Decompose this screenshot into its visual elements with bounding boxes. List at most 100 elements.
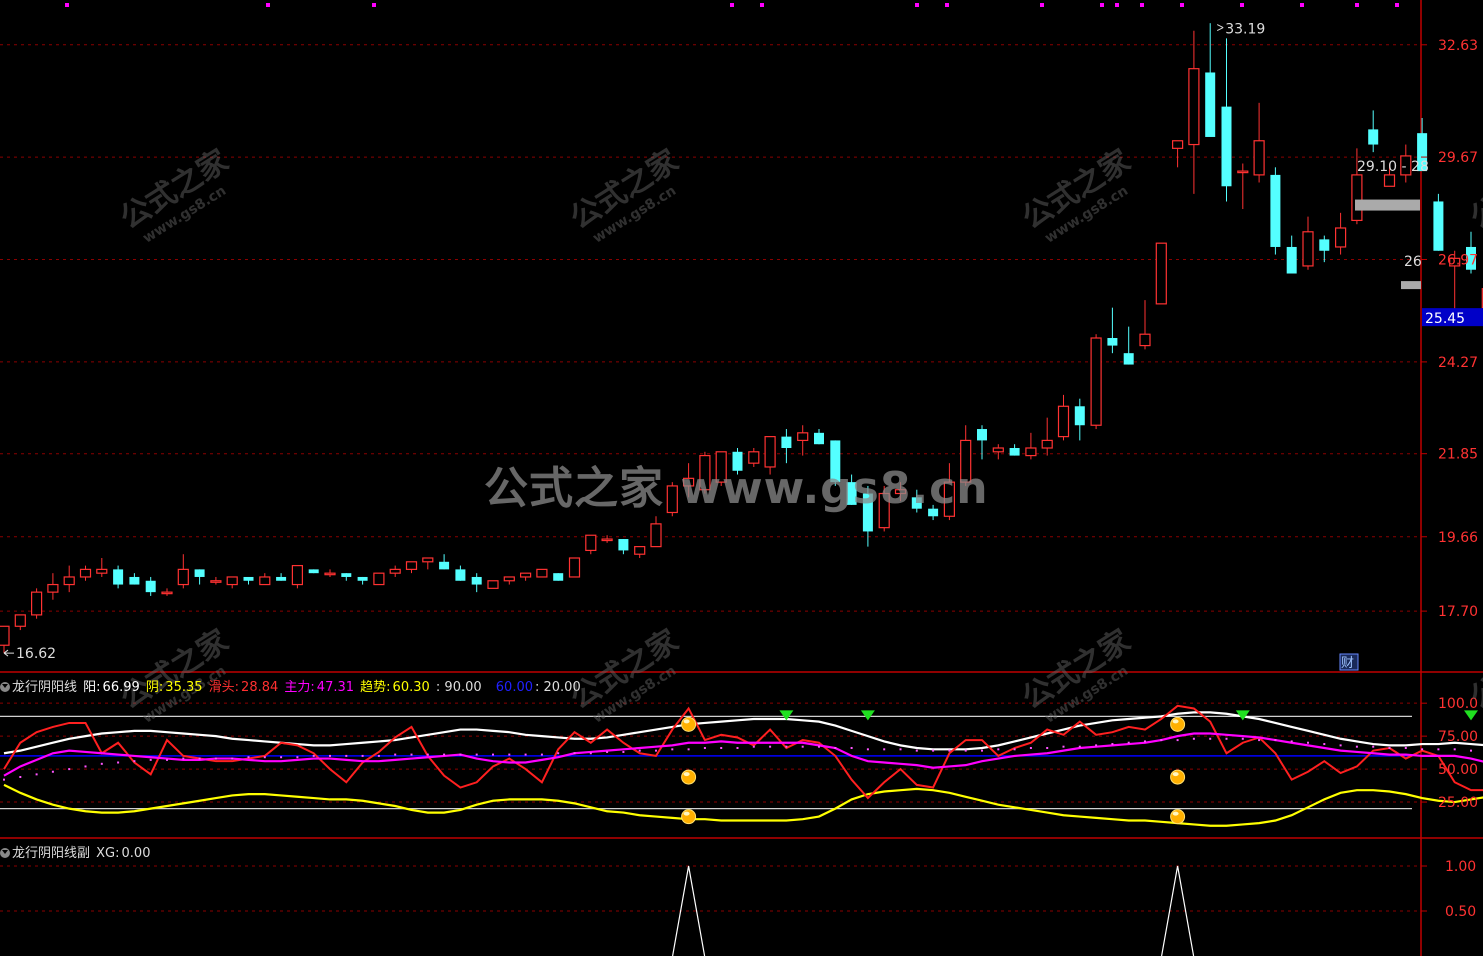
series-qushi-dot <box>524 753 527 756</box>
candle <box>145 576 156 596</box>
low-price-label: 16.62 <box>16 646 56 662</box>
candle-body <box>308 569 319 574</box>
candle-body <box>1057 405 1070 438</box>
candle <box>308 569 319 574</box>
arrow-icon <box>3 649 14 657</box>
candle <box>276 573 287 581</box>
candle-body <box>405 561 418 570</box>
candle <box>210 576 222 585</box>
candle-body <box>210 580 222 583</box>
last-price-label: 25.45 <box>1425 311 1465 327</box>
candle <box>422 557 434 570</box>
coin-shine <box>1172 719 1179 724</box>
series-qushi-dot <box>573 752 576 755</box>
candle-body <box>259 576 271 586</box>
candle-body <box>1270 174 1281 247</box>
candle <box>1368 110 1379 153</box>
series-qushi-dot <box>19 776 22 778</box>
candle-body <box>0 625 10 646</box>
candle-body <box>1221 106 1232 187</box>
ind2-tick-label: 0.50 <box>1445 904 1476 920</box>
series-qushi-dot <box>312 754 315 757</box>
series-qushi-dot <box>1192 737 1195 740</box>
ind1-tick-label: 25.00 <box>1438 795 1478 811</box>
candle <box>1041 417 1053 456</box>
collapse-icon[interactable] <box>0 682 10 692</box>
range-label: 26 <box>1404 254 1422 270</box>
candle-body <box>1188 68 1200 146</box>
price-tick-label: 19.66 <box>1438 530 1478 546</box>
series-qushi-dot <box>866 748 869 751</box>
series-qushi-dot <box>557 752 560 755</box>
candle <box>129 573 140 585</box>
candle-body <box>992 447 1004 453</box>
candle-body <box>503 576 515 582</box>
candle-body <box>1319 239 1330 251</box>
top-marker-dot <box>1240 3 1244 7</box>
series-qushi-dot <box>1339 744 1342 747</box>
series-qushi-dot <box>1095 744 1098 747</box>
series-qushi-dot <box>296 756 299 759</box>
series-qushi-dot <box>280 756 283 759</box>
arrow-icon <box>1216 24 1224 31</box>
candle <box>519 572 532 581</box>
series-qushi-dot <box>166 758 168 761</box>
huatou-label: 滑头: <box>208 680 240 695</box>
price-tick-label: 17.70 <box>1438 604 1478 620</box>
range-bar <box>1401 281 1421 290</box>
yin-label: 阴: <box>145 680 164 695</box>
candle <box>63 565 75 593</box>
candle <box>1057 394 1070 441</box>
candle <box>455 565 466 581</box>
candle <box>405 561 418 574</box>
coin-icon <box>1170 769 1186 785</box>
series-qushi-dot <box>84 765 87 768</box>
candlestick-layer: 33.19 16.62 29.10 - 28 26 财 <box>0 22 1483 671</box>
candle <box>96 558 108 577</box>
series-yin-line <box>3 783 1483 827</box>
candle-body <box>1074 406 1085 426</box>
series-qushi-dot <box>997 748 1000 751</box>
indicator2-legend: 龙行阴阳线副 XG: 0.00 <box>0 842 152 861</box>
series-qushi-dot <box>948 749 951 752</box>
range-bar <box>1355 199 1420 211</box>
candle-body <box>291 564 303 586</box>
candle <box>14 614 26 631</box>
series-qushi-dot <box>899 748 902 751</box>
series-qushi-dot <box>720 747 723 749</box>
candle <box>1155 242 1167 305</box>
candle-body <box>553 573 564 581</box>
xg-value: 0.00 <box>121 846 151 861</box>
series-qushi-dot <box>818 745 820 748</box>
series-qushi-dot <box>1323 743 1326 746</box>
series-qushi-dot <box>1372 745 1375 748</box>
candle <box>389 565 401 577</box>
series-qushi-dot <box>68 768 71 771</box>
candle-body <box>977 429 987 441</box>
series-qushi-dot <box>606 750 609 753</box>
series-qushi-dot <box>1127 741 1130 744</box>
candle <box>814 429 824 445</box>
candle <box>1009 444 1020 456</box>
coin-body <box>1170 809 1186 825</box>
candle-body <box>487 580 499 589</box>
candle-body <box>536 568 548 578</box>
const-20: : 20.00 <box>535 680 581 695</box>
zhuli-value: 47.31 <box>316 680 355 695</box>
candle-body <box>1286 246 1297 274</box>
candle-body <box>1123 353 1134 365</box>
candle-body <box>455 569 466 581</box>
candle-body <box>14 614 26 627</box>
collapse-icon[interactable] <box>0 848 10 858</box>
candle <box>1302 216 1314 270</box>
candle <box>992 444 1004 460</box>
candle <box>341 573 352 581</box>
candle <box>503 576 515 585</box>
series-qushi-dot <box>1046 747 1049 749</box>
series-qushi-dot <box>377 754 380 757</box>
candle-body <box>568 557 581 578</box>
price-tick-label: 29.67 <box>1438 150 1478 166</box>
coin-icon <box>681 769 697 785</box>
series-qushi-dot <box>443 753 446 756</box>
top-marker-dot <box>1355 3 1359 7</box>
